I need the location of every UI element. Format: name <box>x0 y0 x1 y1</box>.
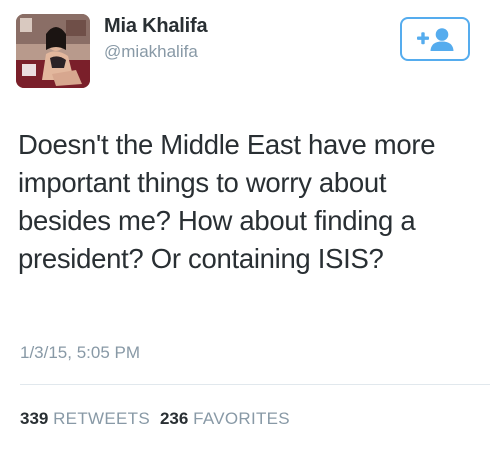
favorites-count: 236 <box>159 409 189 428</box>
profile-photo-image <box>16 14 90 88</box>
follow-button[interactable] <box>400 17 470 61</box>
retweets-stat[interactable]: 339 RETWEETS <box>20 409 150 428</box>
tweet-card: Mia Khalifa @miakhalifa Doesn't the Midd… <box>0 0 490 457</box>
tweet-timestamp[interactable]: 1/3/15, 5:05 PM <box>20 343 140 363</box>
retweets-label: RETWEETS <box>53 409 150 428</box>
favorites-stat[interactable]: 236 FAVORITES <box>160 409 290 428</box>
tweet-text: Doesn't the Middle East have more import… <box>18 129 436 274</box>
follow-user-icon <box>417 28 454 51</box>
user-handle[interactable]: @miakhalifa <box>104 42 198 62</box>
divider <box>20 384 490 385</box>
avatar[interactable] <box>16 14 90 88</box>
retweets-count: 339 <box>20 409 49 428</box>
favorites-label: FAVORITES <box>193 409 290 428</box>
tweet-stats: 339 RETWEETS 236 FAVORITES <box>20 409 290 429</box>
display-name[interactable]: Mia Khalifa <box>104 15 208 38</box>
